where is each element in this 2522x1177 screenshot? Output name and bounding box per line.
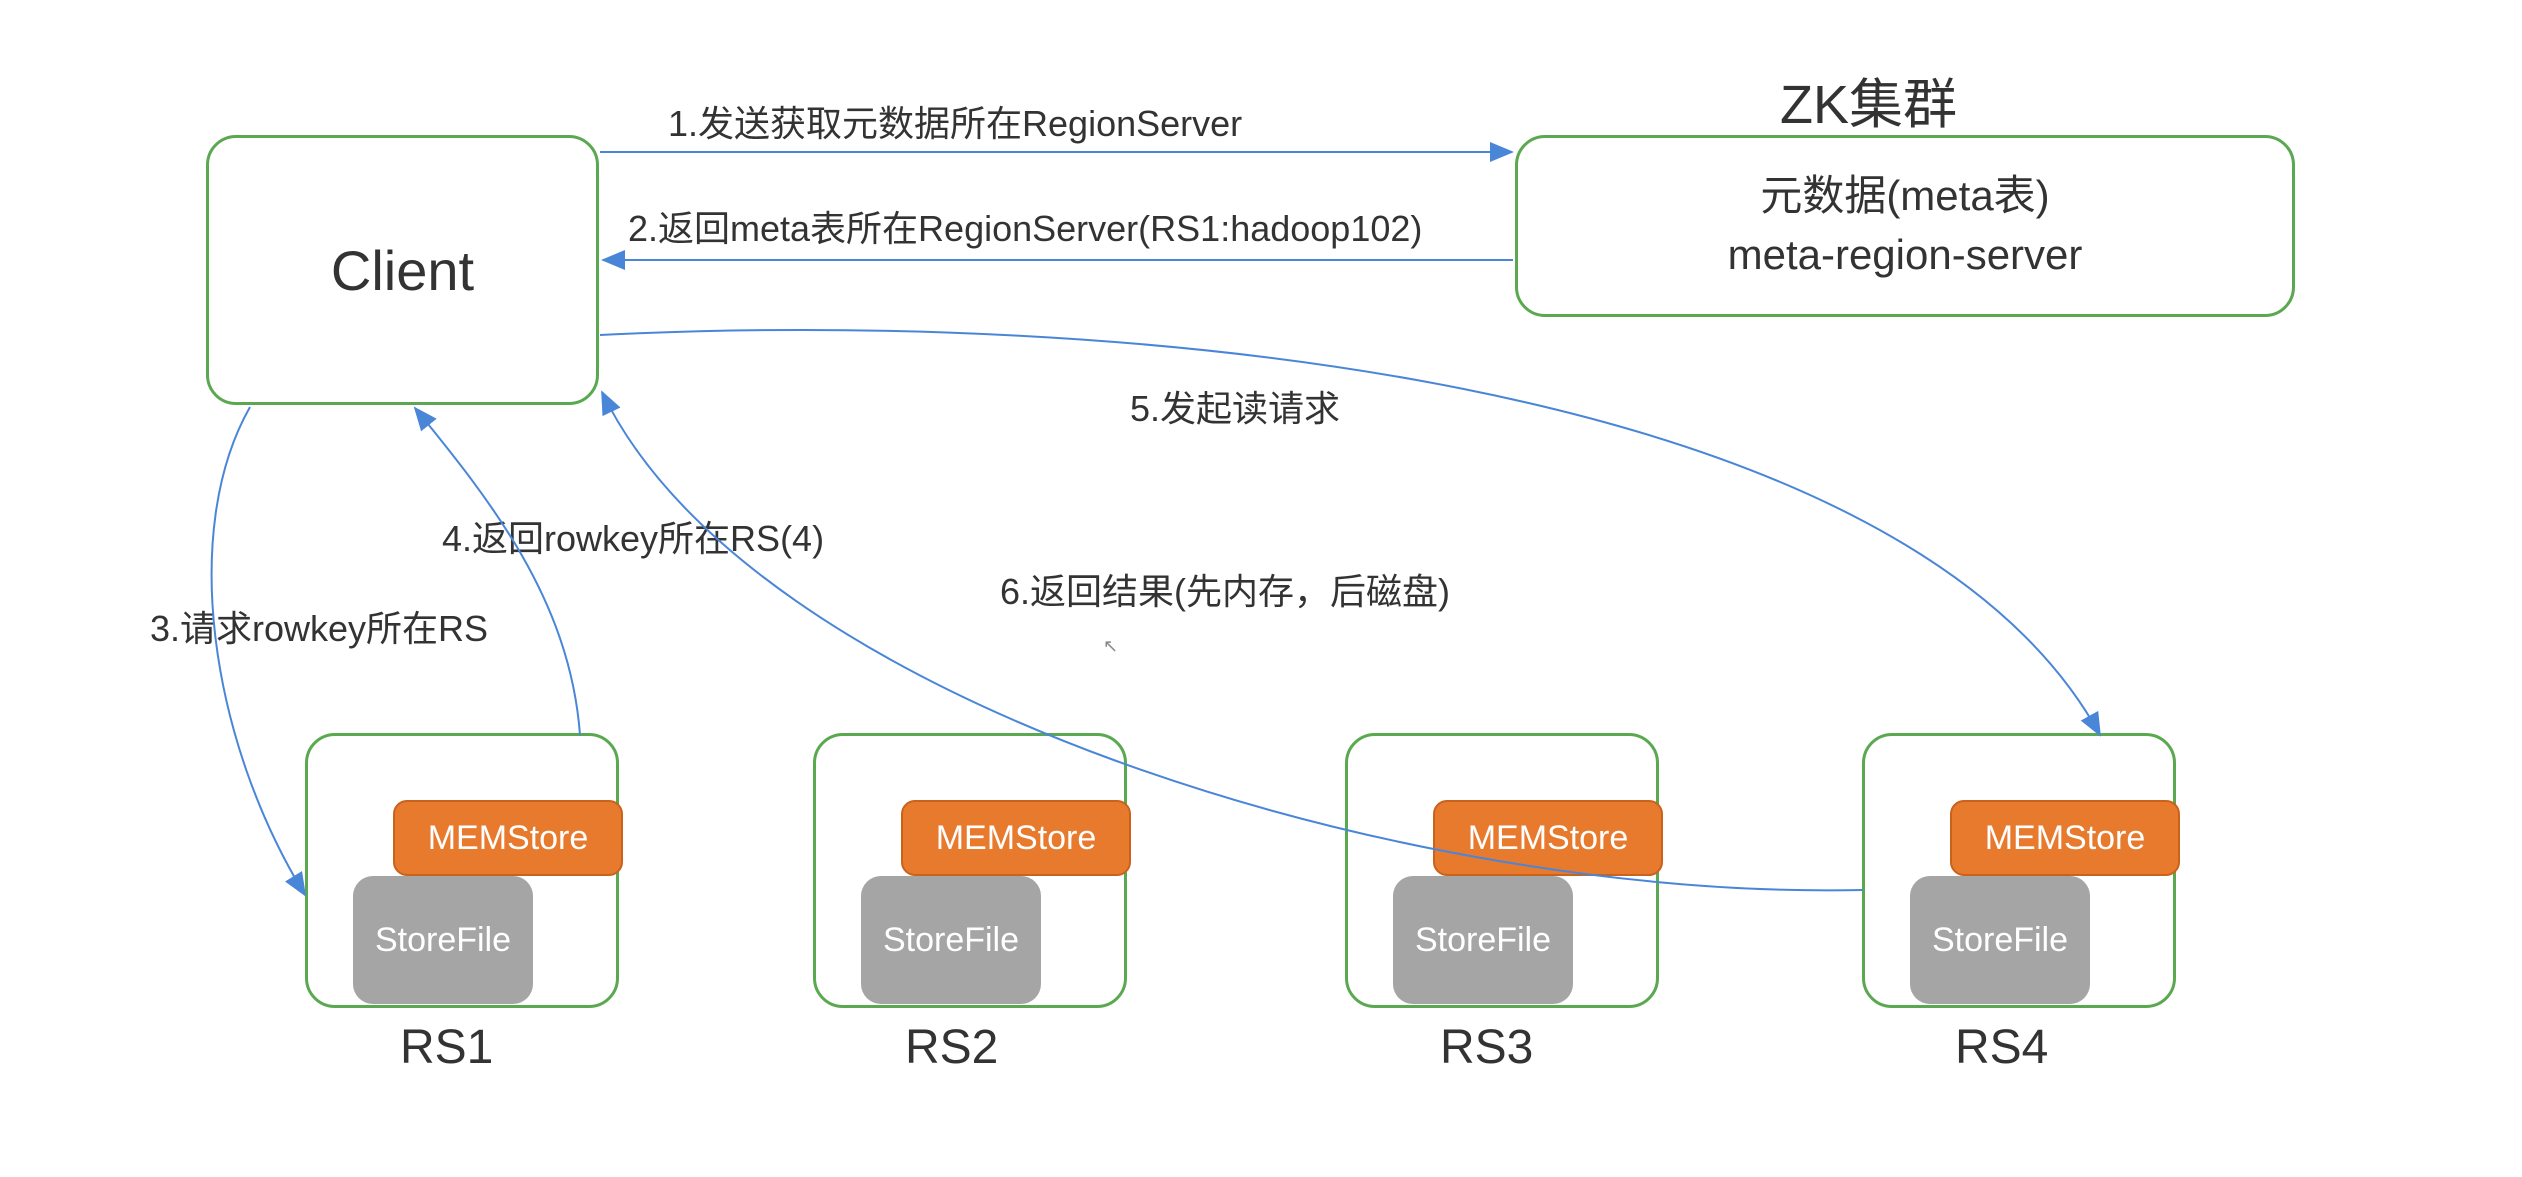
rs2-storefile: StoreFile — [861, 876, 1041, 1004]
rs4-memstore: MEMStore — [1950, 800, 2180, 876]
arrow-5 — [600, 330, 2100, 735]
zk-box: 元数据(meta表) meta-region-server — [1515, 135, 2295, 317]
zk-line2: meta-region-server — [1728, 226, 2083, 285]
arrow-4 — [415, 408, 580, 735]
edge4-label: 4.返回rowkey所在RS(4) — [442, 510, 824, 562]
rs2-label: RS2 — [905, 1020, 998, 1075]
cursor-icon: ↖ — [1103, 636, 1118, 657]
arrow-6 — [602, 392, 1863, 890]
rs1-label: RS1 — [400, 1020, 493, 1075]
rs3-box: MEMStore StoreFile — [1345, 733, 1659, 1008]
edge6-label: 6.返回结果(先内存，后磁盘) — [1000, 563, 1450, 615]
rs3-label: RS3 — [1440, 1020, 1533, 1075]
rs4-label: RS4 — [1955, 1020, 2048, 1075]
rs1-box: MEMStore StoreFile — [305, 733, 619, 1008]
rs3-storefile: StoreFile — [1393, 876, 1573, 1004]
edge5-label: 5.发起读请求 — [1130, 380, 1340, 432]
edge3-label: 3.请求rowkey所在RS — [150, 600, 488, 652]
rs1-storefile: StoreFile — [353, 876, 533, 1004]
rs2-memstore: MEMStore — [901, 800, 1131, 876]
rs3-memstore: MEMStore — [1433, 800, 1663, 876]
rs4-storefile: StoreFile — [1910, 876, 2090, 1004]
edge1-label: 1.发送获取元数据所在RegionServer — [668, 95, 1242, 147]
client-label: Client — [331, 238, 474, 303]
rs2-box: MEMStore StoreFile — [813, 733, 1127, 1008]
rs4-box: MEMStore StoreFile — [1862, 733, 2176, 1008]
zk-cluster-title: ZK集群 — [1780, 60, 1957, 139]
zk-line1: 元数据(meta表) — [1760, 167, 2049, 226]
rs1-memstore: MEMStore — [393, 800, 623, 876]
edge2-label: 2.返回meta表所在RegionServer(RS1:hadoop102) — [628, 200, 1422, 252]
client-box: Client — [206, 135, 599, 405]
